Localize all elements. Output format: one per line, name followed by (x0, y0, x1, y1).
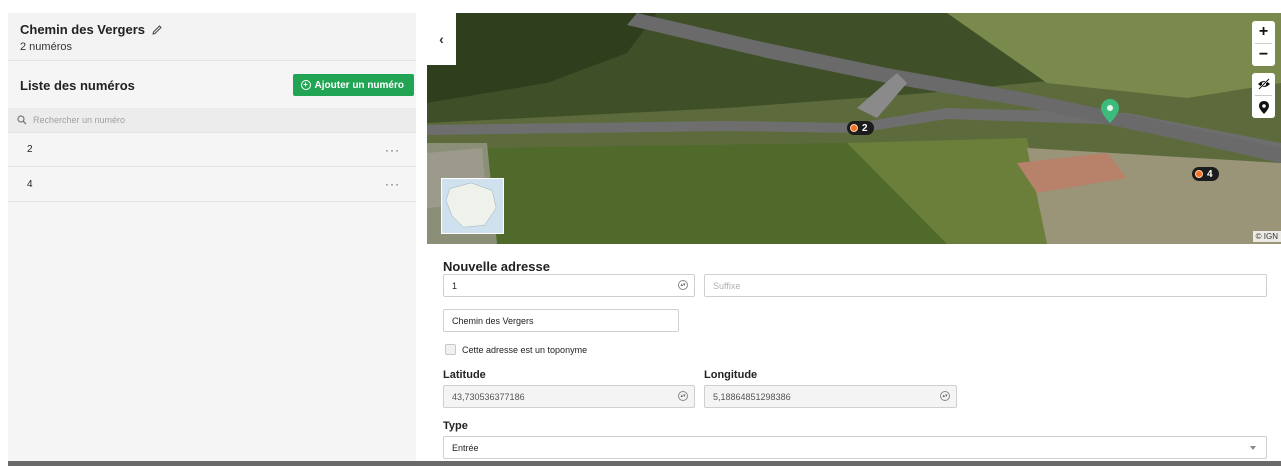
hide-layer-button[interactable] (1252, 73, 1275, 95)
longitude-value: 5,18864851298386 (713, 391, 791, 402)
latitude-input[interactable]: 43,730536377186 ▴▾ (443, 385, 695, 408)
number-input[interactable]: 1 ▴▾ (443, 274, 695, 297)
latitude-value: 43,730536377186 (452, 391, 525, 402)
pencil-icon[interactable] (151, 24, 163, 36)
map-marker-label: 2 (862, 122, 868, 134)
list-item-number: 4 (27, 178, 33, 190)
zoom-out-button[interactable]: − (1252, 44, 1275, 66)
search-bar (8, 108, 416, 132)
add-number-label: Ajouter un numéro (314, 79, 404, 91)
stepper-icon[interactable]: ▴▾ (678, 280, 688, 290)
marker-dot (850, 124, 858, 132)
longitude-label: Longitude (704, 369, 758, 381)
add-number-button[interactable]: + Ajouter un numéro (292, 74, 414, 96)
map-marker-label: 4 (1207, 168, 1213, 180)
list-item[interactable]: 4 ··· (8, 167, 416, 202)
stepper-icon[interactable]: ▴▾ (940, 391, 950, 401)
add-circle-icon: + (300, 80, 311, 90)
form-title: Nouvelle adresse (443, 259, 550, 274)
list-item[interactable]: 2 ··· (8, 132, 416, 167)
toponym-checkbox[interactable] (445, 344, 456, 355)
number-value: 1 (452, 280, 458, 291)
street-name-value: Chemin des Vergers (452, 315, 534, 326)
bottom-border (8, 461, 1281, 466)
toponym-label: Cette adresse est un toponyme (462, 344, 588, 355)
collapse-sidebar-button[interactable]: ‹ (427, 13, 456, 65)
overview-minimap[interactable] (441, 178, 504, 234)
map-number-marker[interactable]: 4 (1192, 167, 1219, 181)
list-header: Liste des numéros + Ajouter un numéro (8, 62, 416, 108)
map-number-marker[interactable]: 2 (847, 121, 874, 135)
type-label: Type (443, 420, 468, 432)
more-options-icon[interactable]: ··· (385, 143, 400, 157)
zoom-in-button[interactable]: + (1252, 21, 1275, 43)
map-pin-icon (1258, 100, 1269, 114)
type-select[interactable]: Entrée (443, 436, 1267, 459)
longitude-input[interactable]: 5,18864851298386 ▴▾ (704, 385, 957, 408)
street-number-count: 2 numéros (20, 41, 72, 53)
type-value: Entrée (452, 442, 479, 453)
latitude-label: Latitude (443, 369, 486, 381)
map-copyright: © IGN (1252, 231, 1281, 242)
zoom-controls: + − (1252, 21, 1275, 66)
toponym-checkbox-row[interactable]: Cette adresse est un toponyme (445, 344, 587, 355)
marker-dot (1195, 170, 1203, 178)
suffix-placeholder: Suffixe (713, 280, 741, 291)
map-view[interactable]: ‹ + − 2 4 © IGN (427, 13, 1281, 244)
street-title: Chemin des Vergers (20, 22, 163, 37)
location-button[interactable] (1252, 96, 1275, 118)
eye-slash-icon (1257, 78, 1270, 90)
street-header: Chemin des Vergers 2 numéros (8, 13, 416, 61)
list-title: Liste des numéros (20, 77, 135, 93)
stepper-icon[interactable]: ▴▾ (678, 391, 688, 401)
street-name-input[interactable]: Chemin des Vergers (443, 309, 679, 332)
street-name: Chemin des Vergers (20, 22, 145, 37)
more-options-icon[interactable]: ··· (385, 177, 400, 191)
chevron-down-icon (1250, 446, 1256, 450)
new-address-pin-icon[interactable] (1101, 99, 1119, 123)
sidebar: Chemin des Vergers 2 numéros Liste des n… (8, 13, 416, 461)
search-input[interactable] (33, 115, 333, 125)
map-layer-controls (1252, 73, 1275, 118)
suffix-input[interactable]: Suffixe (704, 274, 1267, 297)
list-item-number: 2 (27, 144, 33, 155)
search-icon (17, 115, 27, 125)
